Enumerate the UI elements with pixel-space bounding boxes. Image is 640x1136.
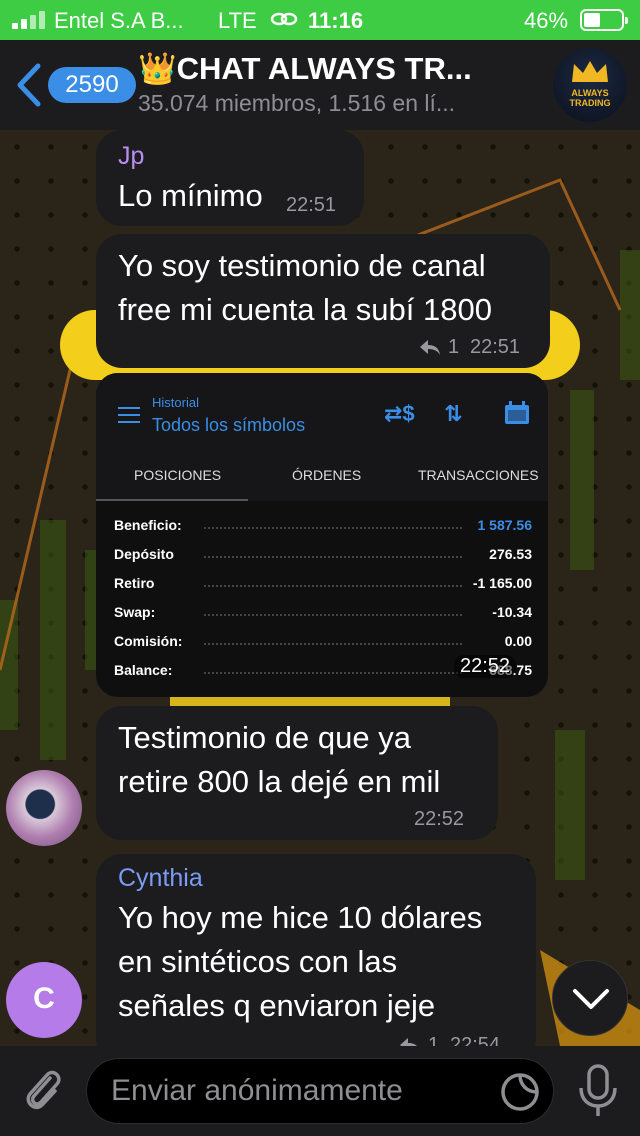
message-time: 22:51 bbox=[286, 194, 337, 216]
message-bubble[interactable]: Jp Lo mínimo 22:51 bbox=[96, 130, 364, 226]
chat-subtitle[interactable]: 35.074 miembros, 1.516 en lí... bbox=[138, 90, 455, 117]
message-text-line: señales q enviaron jeje bbox=[118, 988, 436, 1023]
link-icon bbox=[270, 12, 298, 26]
image-tabs: POSICIONES ÓRDENES TRANSACCIONES bbox=[96, 451, 548, 501]
avatar-letter: C bbox=[33, 982, 55, 1015]
composer-bar bbox=[0, 1046, 640, 1136]
message-text-line: free mi cuenta la subí 1800 bbox=[118, 292, 492, 327]
row-dots bbox=[204, 556, 462, 558]
network-type: LTE bbox=[218, 8, 257, 33]
message-text-line: Yo hoy me hice 10 dólares bbox=[118, 900, 483, 935]
message-text: Lo mínimo bbox=[118, 178, 263, 213]
sort-icon: ⇅ bbox=[444, 401, 463, 426]
message-text-line: Testimonio de que ya bbox=[118, 720, 411, 755]
image-tab: TRANSACCIONES bbox=[418, 467, 539, 483]
sender-name[interactable]: Cynthia bbox=[118, 864, 203, 893]
row-label: Retiro bbox=[114, 575, 155, 591]
back-chevron-icon[interactable] bbox=[12, 62, 46, 108]
tab-indicator bbox=[96, 499, 248, 501]
status-bar: Entel S.A B... LTE 11:16 46% bbox=[0, 0, 640, 40]
row-dots bbox=[204, 672, 462, 674]
group-avatar[interactable]: ALWAYS TRADING bbox=[553, 48, 627, 122]
summary-row: Depósito 276.53 bbox=[114, 546, 532, 568]
message-time: 22:54 bbox=[450, 1034, 501, 1046]
image-tab: ÓRDENES bbox=[292, 467, 362, 483]
battery-percent: 46% bbox=[524, 8, 569, 33]
message-text-line: retire 800 la dejé en mil bbox=[118, 764, 441, 799]
image-tab: POSICIONES bbox=[134, 467, 222, 483]
battery-icon bbox=[580, 9, 628, 31]
row-value: 1 587.56 bbox=[471, 517, 532, 533]
chat-header: 2590 👑CHAT ALWAYS TR... 35.074 miembros,… bbox=[0, 40, 640, 130]
reply-icon[interactable] bbox=[418, 338, 442, 356]
chat-title[interactable]: 👑CHAT ALWAYS TR... bbox=[138, 50, 472, 87]
image-header-small: Historial bbox=[152, 395, 199, 410]
message-bubble[interactable]: Testimonio de que ya retire 800 la dejé … bbox=[96, 706, 498, 840]
row-dots bbox=[204, 614, 462, 616]
menu-icon bbox=[118, 407, 140, 423]
sender-avatar[interactable] bbox=[6, 770, 82, 846]
message-time: 22:51 bbox=[470, 336, 521, 358]
summary-row: Swap: -10.34 bbox=[114, 604, 532, 626]
image-time: 22:52 bbox=[454, 655, 517, 678]
reply-count[interactable]: 1 bbox=[428, 1034, 439, 1046]
reply-icon[interactable] bbox=[398, 1036, 422, 1046]
message-text-line: en sintéticos con las bbox=[118, 944, 398, 979]
carrier-name: Entel S.A B... bbox=[54, 8, 184, 33]
row-value: 0.00 bbox=[498, 633, 532, 649]
clock: 11:16 bbox=[308, 8, 364, 33]
row-dots bbox=[204, 527, 462, 529]
sender-avatar[interactable]: C bbox=[6, 962, 82, 1038]
row-label: Comisión: bbox=[114, 633, 183, 649]
reply-count[interactable]: 1 bbox=[448, 336, 459, 359]
scroll-down-button[interactable] bbox=[552, 960, 628, 1036]
row-value: -10.34 bbox=[486, 604, 532, 620]
row-dots bbox=[204, 585, 462, 587]
sender-name[interactable]: Jp bbox=[118, 142, 144, 171]
message-bubble[interactable]: Cynthia Yo hoy me hice 10 dólares en sin… bbox=[96, 854, 536, 1046]
unread-badge[interactable]: 2590 bbox=[48, 67, 136, 103]
row-label: Swap: bbox=[114, 604, 156, 620]
row-value: 276.53 bbox=[483, 546, 532, 562]
row-value: -1 165.00 bbox=[466, 575, 532, 591]
image-message[interactable]: Historial Todos los símbolos ⇄$ ⇅ POSICI… bbox=[96, 373, 548, 697]
row-label: Beneficio: bbox=[114, 517, 182, 533]
image-topbar: Historial Todos los símbolos ⇄$ ⇅ bbox=[96, 373, 548, 451]
summary-row: Beneficio: 1 587.56 bbox=[114, 517, 532, 539]
message-time: 22:52 bbox=[414, 808, 465, 830]
mic-icon[interactable] bbox=[576, 1064, 620, 1118]
attach-icon[interactable] bbox=[20, 1066, 66, 1116]
dollar-swap-icon: ⇄$ bbox=[384, 401, 415, 426]
message-input[interactable] bbox=[111, 1059, 491, 1123]
message-text-line: Yo soy testimonio de canal bbox=[118, 248, 486, 283]
message-field[interactable] bbox=[86, 1058, 554, 1124]
image-header-big: Todos los símbolos bbox=[152, 415, 306, 435]
row-label: Depósito bbox=[114, 546, 174, 562]
summary-row: Comisión: 0.00 bbox=[114, 633, 532, 655]
calendar-icon bbox=[505, 401, 529, 424]
summary-row: Retiro -1 165.00 bbox=[114, 575, 532, 597]
message-list[interactable]: Jp Lo mínimo 22:51 Yo soy testimonio de … bbox=[0, 130, 640, 1046]
row-label: Balance: bbox=[114, 662, 173, 678]
avatar-text: ALWAYS TRADING bbox=[569, 88, 611, 108]
signal-icon bbox=[12, 11, 48, 29]
message-bubble[interactable]: Yo soy testimonio de canal free mi cuent… bbox=[96, 234, 550, 368]
chevron-down-icon bbox=[573, 989, 609, 1009]
crown-icon bbox=[572, 61, 608, 82]
sticker-icon[interactable] bbox=[499, 1071, 541, 1113]
row-dots bbox=[204, 643, 462, 645]
